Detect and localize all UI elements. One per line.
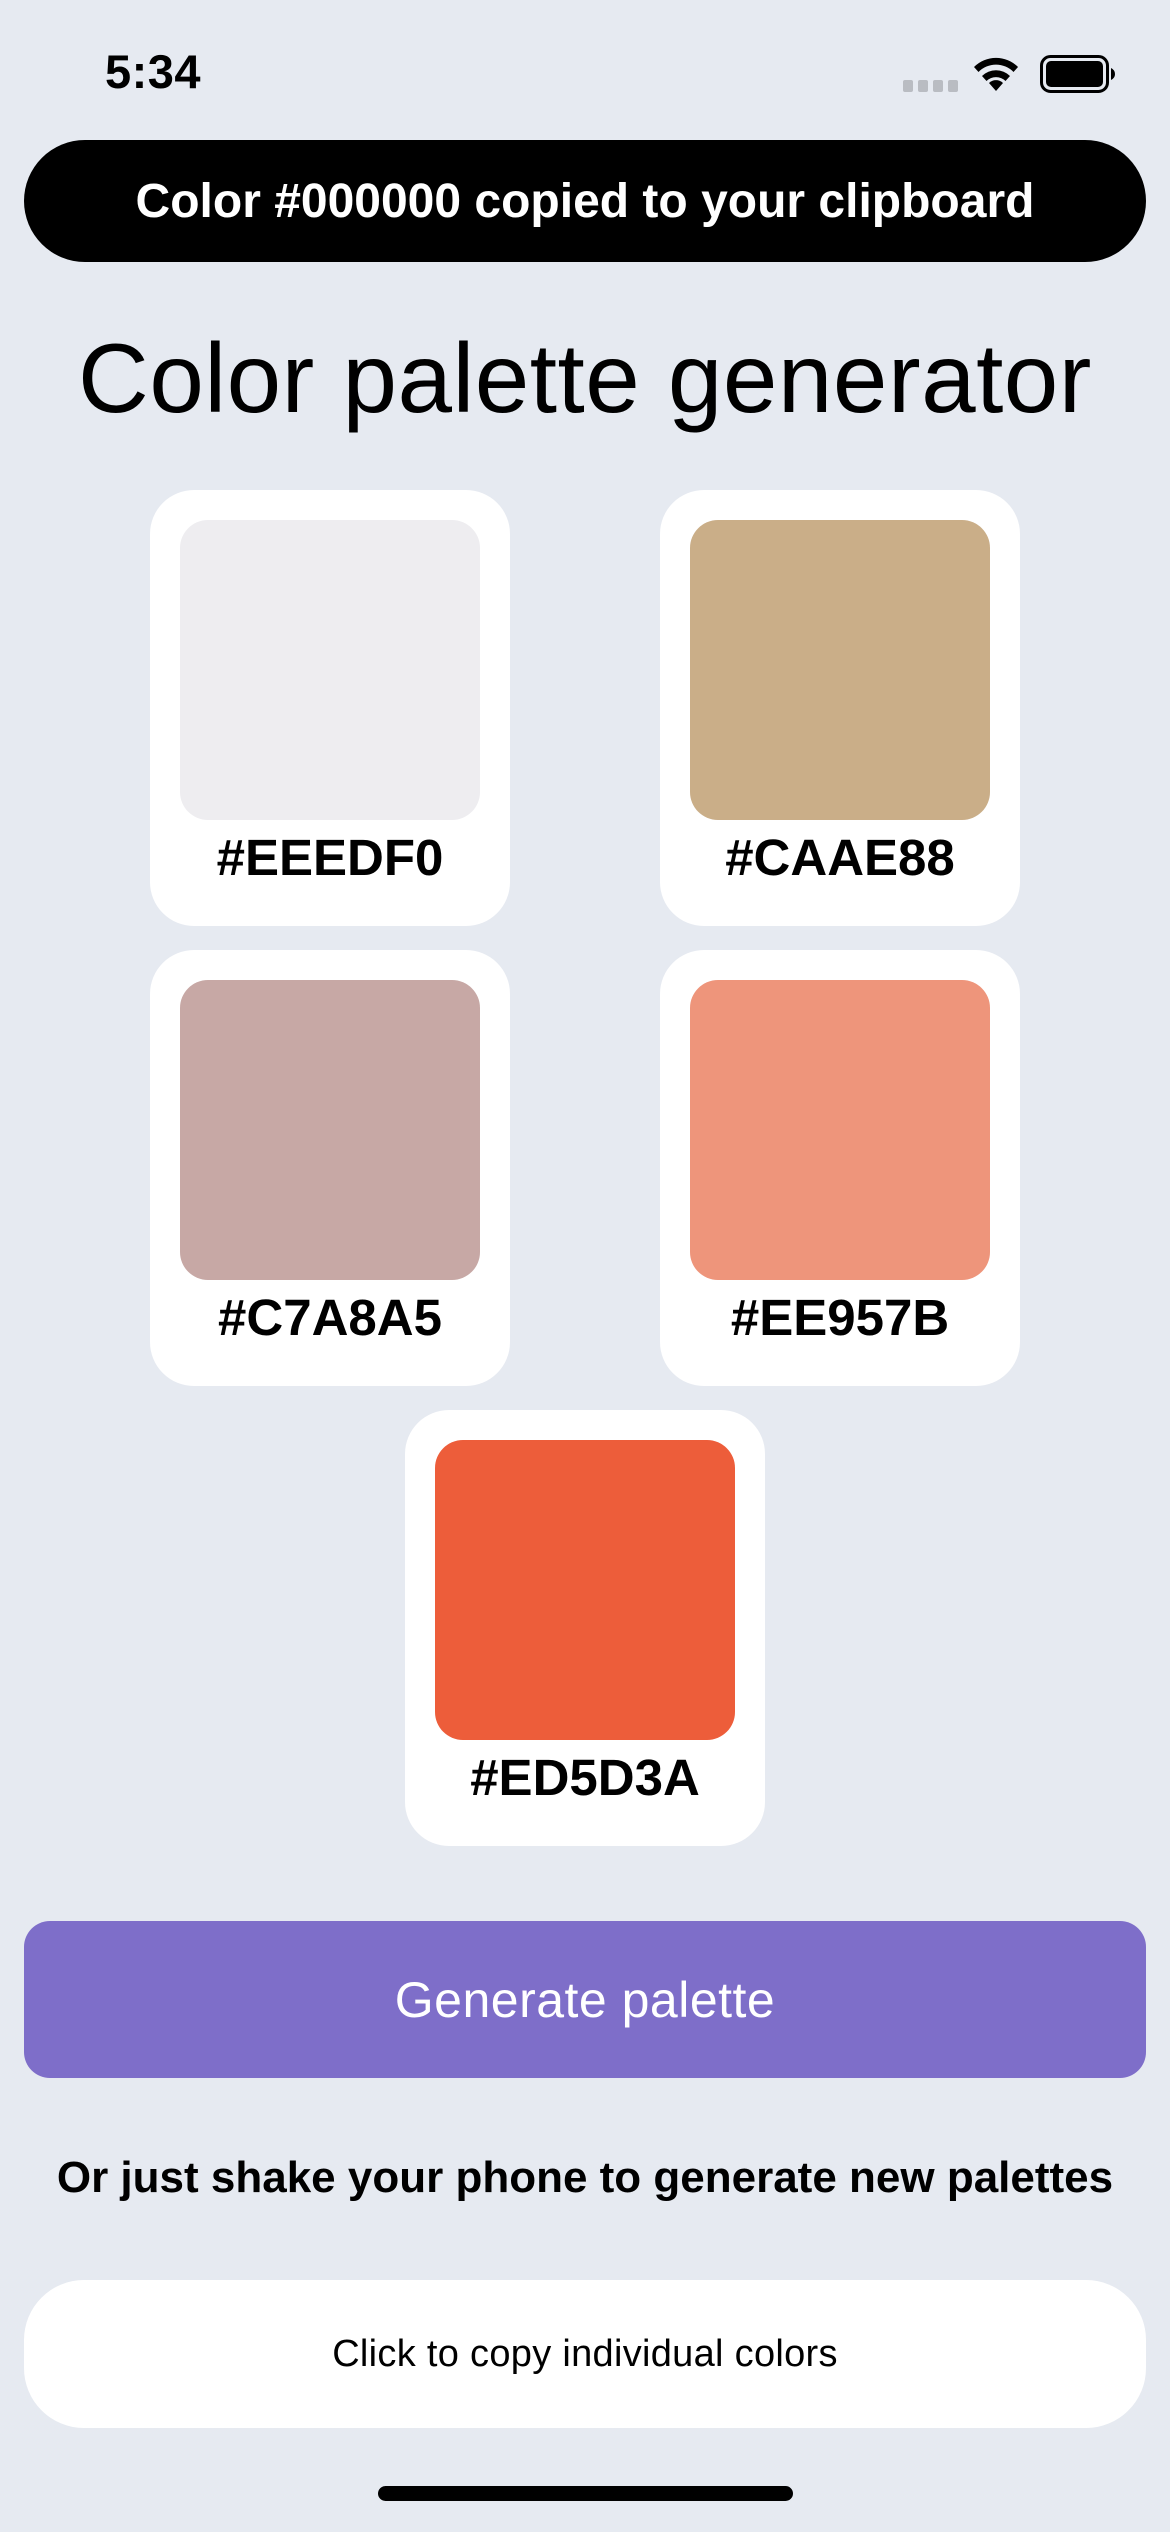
- copy-hint-text: Click to copy individual colors: [332, 2332, 838, 2375]
- status-time: 5:34: [105, 45, 202, 98]
- hex-label: #CAAE88: [725, 829, 955, 886]
- battery-icon: [1040, 55, 1115, 93]
- palette-card-5[interactable]: #ED5D3A: [405, 1410, 765, 1846]
- palette-card-4[interactable]: #EE957B: [660, 950, 1020, 1386]
- color-swatch[interactable]: [690, 980, 990, 1280]
- copy-hint-banner: Click to copy individual colors: [24, 2280, 1146, 2428]
- generate-palette-button[interactable]: Generate palette: [24, 1921, 1146, 2078]
- color-swatch[interactable]: [180, 520, 480, 820]
- color-swatch[interactable]: [690, 520, 990, 820]
- hex-label: #EE957B: [730, 1289, 950, 1346]
- palette-card-2[interactable]: #CAAE88: [660, 490, 1020, 926]
- hex-label: #EEEDF0: [216, 829, 444, 886]
- hex-label: #ED5D3A: [470, 1749, 700, 1806]
- home-indicator: [378, 2486, 793, 2501]
- color-swatch[interactable]: [180, 980, 480, 1280]
- palette-card-3[interactable]: #C7A8A5: [150, 950, 510, 1386]
- signal-icon: [903, 80, 958, 92]
- color-swatch[interactable]: [435, 1440, 735, 1740]
- shake-hint-text: Or just shake your phone to generate new…: [56, 2153, 1114, 2202]
- toast-message: Color #000000 copied to your clipboard: [135, 174, 1035, 228]
- palette-card-1[interactable]: #EEEDF0: [150, 490, 510, 926]
- status-bar: 5:34: [0, 0, 1170, 140]
- copied-toast: Color #000000 copied to your clipboard: [24, 140, 1146, 262]
- wifi-icon: [974, 57, 1018, 91]
- generate-palette-label: Generate palette: [394, 1971, 776, 2028]
- hex-label: #C7A8A5: [218, 1289, 442, 1346]
- page-title: Color palette generator: [78, 323, 1092, 433]
